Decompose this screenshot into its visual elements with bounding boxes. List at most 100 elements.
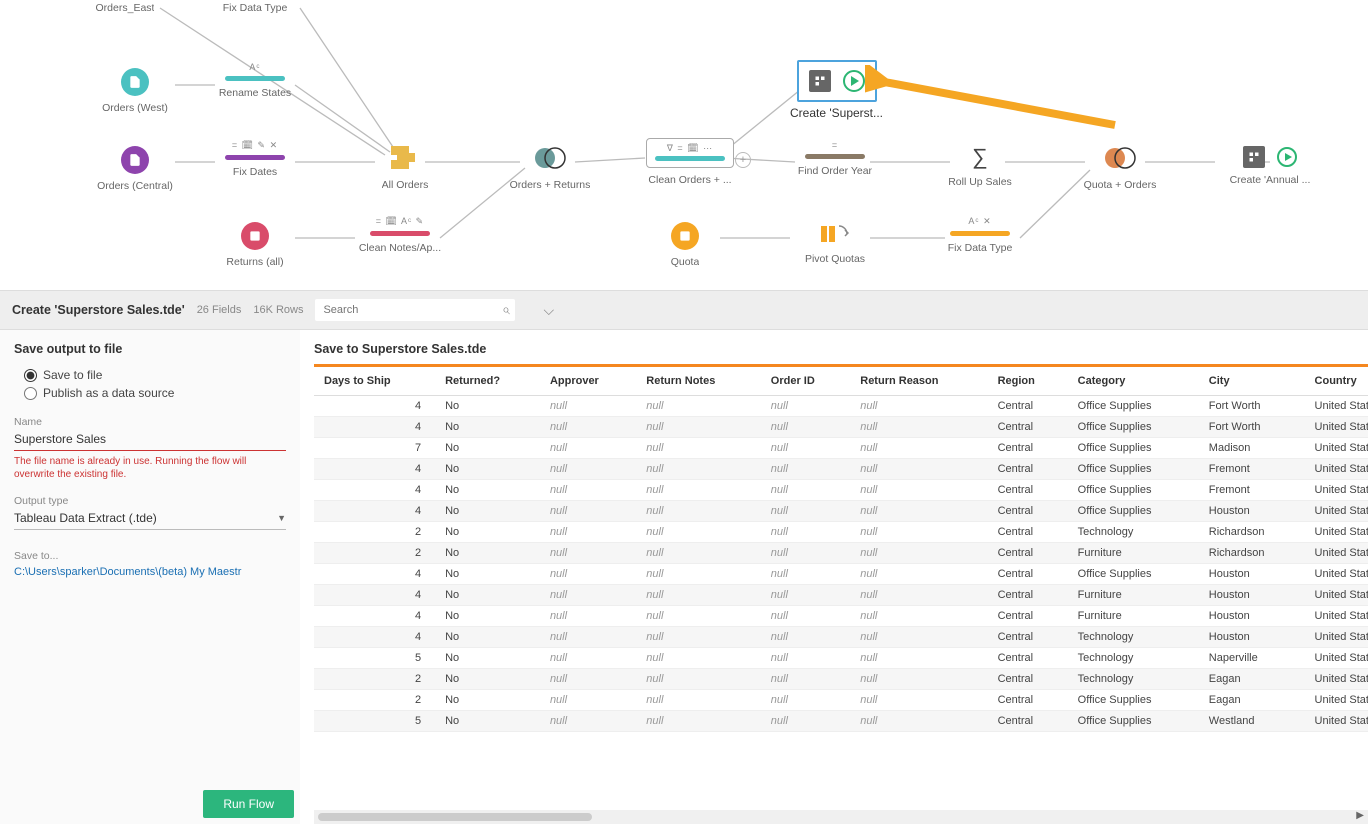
- node-orders-returns[interactable]: Orders + Returns: [505, 146, 595, 191]
- cell: null: [850, 543, 987, 564]
- table-row[interactable]: 4NonullnullnullnullCentralFurnitureHoust…: [314, 585, 1368, 606]
- cell: Office Supplies: [1068, 690, 1199, 711]
- scroll-thumb[interactable]: [318, 813, 592, 821]
- cell: United States: [1305, 627, 1368, 648]
- col-header[interactable]: Return Reason: [850, 367, 987, 396]
- node-clean-orders[interactable]: ∇ = 🗓 ⋯ Clean Orders + ...: [640, 138, 740, 186]
- horizontal-scrollbar[interactable]: ▶: [314, 810, 1368, 824]
- radio-publish[interactable]: Publish as a data source: [14, 384, 286, 402]
- radio-input[interactable]: [24, 369, 37, 382]
- table-row[interactable]: 4NonullnullnullnullCentralOffice Supplie…: [314, 396, 1368, 417]
- node-roll-up-sales[interactable]: ∑ Roll Up Sales: [935, 144, 1025, 188]
- cell: Richardson: [1199, 522, 1305, 543]
- table-row[interactable]: 5NonullnullnullnullCentralTechnologyNape…: [314, 648, 1368, 669]
- table-row[interactable]: 5NonullnullnullnullCentralOffice Supplie…: [314, 711, 1368, 732]
- cell: null: [540, 585, 636, 606]
- radio-save-file[interactable]: Save to file: [14, 366, 286, 384]
- cell: Office Supplies: [1068, 438, 1199, 459]
- table-row[interactable]: 4NonullnullnullnullCentralOffice Supplie…: [314, 501, 1368, 522]
- table-row[interactable]: 2NonullnullnullnullCentralTechnologyEaga…: [314, 669, 1368, 690]
- cell: Fremont: [1199, 459, 1305, 480]
- col-header[interactable]: Approver: [540, 367, 636, 396]
- node-orders-west[interactable]: Orders (West): [90, 68, 180, 114]
- cell: null: [540, 606, 636, 627]
- col-header[interactable]: Order ID: [761, 367, 850, 396]
- node-fix-data-type[interactable]: Fix Data Type: [210, 0, 300, 14]
- cell: null: [850, 459, 987, 480]
- node-create-annual[interactable]: Create 'Annual ...: [1210, 146, 1330, 186]
- cell: Furniture: [1068, 585, 1199, 606]
- cell: 2: [314, 522, 435, 543]
- cell: null: [540, 417, 636, 438]
- col-header[interactable]: City: [1199, 367, 1305, 396]
- col-header[interactable]: Category: [1068, 367, 1199, 396]
- node-quota-orders[interactable]: Quota + Orders: [1075, 146, 1165, 191]
- cell: null: [636, 522, 761, 543]
- node-fix-data-type-2[interactable]: Aᶜ ✕ Fix Data Type: [935, 216, 1025, 254]
- node-orders-central[interactable]: Orders (Central): [90, 146, 180, 192]
- node-orders-east[interactable]: Orders_East: [80, 0, 170, 14]
- node-find-order-year[interactable]: = Find Order Year: [790, 140, 880, 177]
- step-bar: [370, 231, 430, 236]
- save-to-path[interactable]: C:\Users\sparker\Documents\(beta) My Mae…: [14, 566, 286, 578]
- cell: Central: [988, 669, 1068, 690]
- table-row[interactable]: 4NonullnullnullnullCentralTechnologyHous…: [314, 627, 1368, 648]
- mini-icons: =: [832, 140, 838, 150]
- node-returns-all[interactable]: Returns (all): [210, 222, 300, 268]
- rows-count: 16K Rows: [253, 304, 303, 316]
- node-label: Clean Orders + ...: [648, 174, 731, 186]
- cell: null: [540, 480, 636, 501]
- node-all-orders[interactable]: All Orders: [360, 146, 450, 191]
- table-row[interactable]: 2NonullnullnullnullCentralOffice Supplie…: [314, 690, 1368, 711]
- node-quota[interactable]: Quota: [640, 222, 730, 268]
- node-create-superstore[interactable]: Create 'Superst...: [790, 60, 883, 120]
- table-row[interactable]: 4NonullnullnullnullCentralFurnitureHoust…: [314, 606, 1368, 627]
- cell: null: [636, 690, 761, 711]
- cell: United States: [1305, 606, 1368, 627]
- output-type-select[interactable]: Tableau Data Extract (.tde): [14, 507, 286, 530]
- search-input[interactable]: [315, 299, 515, 321]
- col-header[interactable]: Days to Ship: [314, 367, 435, 396]
- fields-count: 26 Fields: [197, 304, 242, 316]
- table-row[interactable]: 7NonullnullnullnullCentralOffice Supplie…: [314, 438, 1368, 459]
- table-row[interactable]: 2NonullnullnullnullCentralFurnitureRicha…: [314, 543, 1368, 564]
- cell: null: [636, 459, 761, 480]
- cell: Central: [988, 396, 1068, 417]
- run-icon[interactable]: [1277, 147, 1297, 167]
- selected-output-box[interactable]: [797, 60, 877, 102]
- table-row[interactable]: 4NonullnullnullnullCentralOffice Supplie…: [314, 459, 1368, 480]
- add-step-button[interactable]: +: [735, 152, 751, 168]
- node-pivot-quotas[interactable]: Pivot Quotas: [790, 222, 880, 265]
- cell: Houston: [1199, 585, 1305, 606]
- run-flow-button[interactable]: Run Flow: [203, 790, 294, 818]
- table-row[interactable]: 2NonullnullnullnullCentralTechnologyRich…: [314, 522, 1368, 543]
- run-icon[interactable]: [843, 70, 865, 92]
- table-row[interactable]: 4NonullnullnullnullCentralOffice Supplie…: [314, 564, 1368, 585]
- collapse-chevron-icon[interactable]: ⌵: [543, 302, 554, 319]
- node-rename-states[interactable]: Aᶜ Rename States: [210, 62, 300, 99]
- scroll-right-icon[interactable]: ▶: [1356, 810, 1364, 821]
- flow-canvas[interactable]: Orders_East Fix Data Type Orders (West) …: [0, 0, 1368, 290]
- name-input[interactable]: [14, 428, 286, 451]
- node-label: Returns (all): [226, 256, 283, 268]
- cell: null: [636, 564, 761, 585]
- node-label: Clean Notes/Ap...: [359, 242, 441, 254]
- cell: Technology: [1068, 669, 1199, 690]
- cell: No: [435, 669, 540, 690]
- cell: null: [850, 585, 987, 606]
- cell: No: [435, 417, 540, 438]
- node-clean-notes[interactable]: = 🗓 Aᶜ ✎ Clean Notes/Ap...: [355, 216, 445, 254]
- col-header[interactable]: Returned?: [435, 367, 540, 396]
- radio-input[interactable]: [24, 387, 37, 400]
- col-header[interactable]: Region: [988, 367, 1068, 396]
- col-header[interactable]: Return Notes: [636, 367, 761, 396]
- cell: null: [636, 396, 761, 417]
- table-row[interactable]: 4NonullnullnullnullCentralOffice Supplie…: [314, 480, 1368, 501]
- cell: null: [636, 606, 761, 627]
- cell: null: [540, 543, 636, 564]
- cell: 2: [314, 669, 435, 690]
- col-header[interactable]: Country: [1305, 367, 1368, 396]
- cell: United States: [1305, 690, 1368, 711]
- node-fix-dates[interactable]: = 🗓 ✎ ✕ Fix Dates: [210, 140, 300, 178]
- table-row[interactable]: 4NonullnullnullnullCentralOffice Supplie…: [314, 417, 1368, 438]
